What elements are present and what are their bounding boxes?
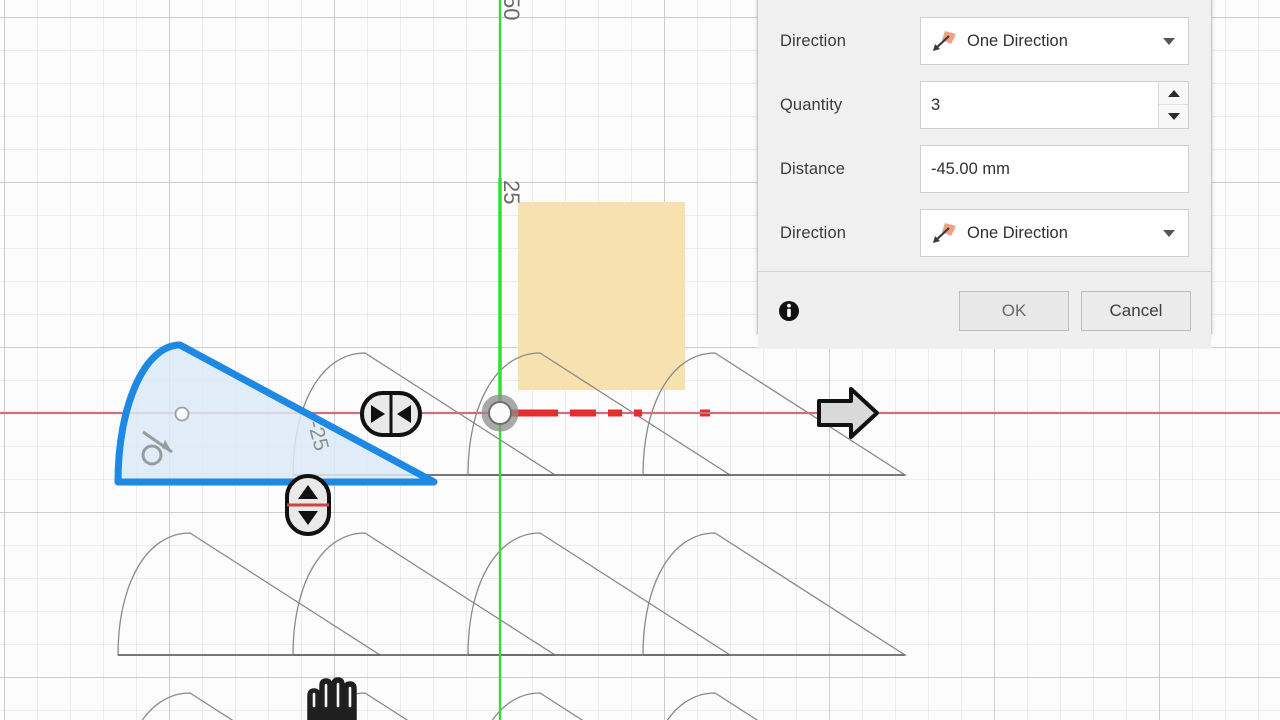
chevron-up-icon xyxy=(1167,89,1180,97)
direction-arrow-icon xyxy=(933,223,956,243)
horizontal-drag-handle[interactable] xyxy=(360,391,422,437)
axis-tick-label: 50 xyxy=(499,0,524,21)
rectangular-pattern-dialog[interactable]: Direction One Direction Quantity 3 Dista… xyxy=(757,0,1212,349)
direction-select-2[interactable]: One Direction xyxy=(920,209,1189,257)
distance-label: Distance xyxy=(780,159,845,178)
dialog-row-direction-2: Direction One Direction xyxy=(780,201,1189,265)
dialog-footer: OK Cancel xyxy=(758,271,1211,349)
ok-button[interactable]: OK xyxy=(959,290,1069,331)
chevron-down-icon[interactable] xyxy=(1163,229,1175,237)
direction-label-2: Direction xyxy=(780,223,847,242)
cancel-button[interactable]: Cancel xyxy=(1081,290,1191,331)
vertical-drag-handle[interactable] xyxy=(285,474,331,536)
info-icon[interactable] xyxy=(778,300,800,322)
origin-point[interactable] xyxy=(481,394,519,432)
quantity-label: Quantity xyxy=(780,95,843,114)
direction-arrow-icon xyxy=(933,31,956,51)
direction-value-1: One Direction xyxy=(967,31,1068,50)
pan-hand-cursor xyxy=(307,677,357,720)
quantity-increment-button[interactable] xyxy=(1159,82,1188,105)
quantity-stepper[interactable] xyxy=(1158,82,1188,128)
distance-input[interactable]: -45.00 mm xyxy=(920,145,1189,193)
quantity-value: 3 xyxy=(931,95,941,114)
dialog-row-direction-1: Direction One Direction xyxy=(780,9,1189,73)
axis-tick-label: 25 xyxy=(499,180,524,205)
pattern-row-3 xyxy=(117,692,906,720)
quantity-decrement-button[interactable] xyxy=(1159,105,1188,128)
dialog-row-quantity: Quantity 3 xyxy=(780,73,1189,137)
direction-select-1[interactable]: One Direction xyxy=(920,17,1189,65)
chevron-down-icon[interactable] xyxy=(1163,37,1175,45)
pattern-row-2 xyxy=(117,532,906,656)
sketch-point xyxy=(174,406,190,422)
dialog-row-distance: Distance -45.00 mm xyxy=(780,137,1189,201)
direction-label-1: Direction xyxy=(780,31,847,50)
chevron-down-icon xyxy=(1167,113,1180,120)
direction-value-2: One Direction xyxy=(967,223,1068,242)
app-window: 50 25 -25 Direction One Direction Quanti… xyxy=(0,0,1280,720)
dialog-body: Direction One Direction Quantity 3 Dista… xyxy=(758,0,1211,271)
quantity-input[interactable]: 3 xyxy=(920,81,1189,129)
distance-arrow-handle[interactable] xyxy=(817,387,879,439)
distance-value: -45.00 mm xyxy=(931,159,1010,178)
